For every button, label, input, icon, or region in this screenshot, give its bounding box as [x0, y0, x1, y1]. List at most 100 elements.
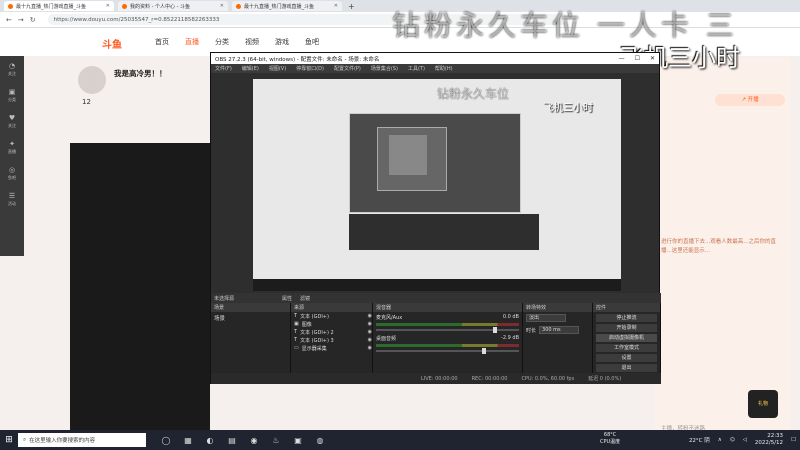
source-item[interactable]: ▣ 图像 ◉	[291, 320, 372, 328]
maximize-icon[interactable]: ☐	[635, 55, 640, 62]
new-tab-icon[interactable]: +	[348, 2, 355, 11]
properties-button[interactable]: 属性	[282, 295, 292, 302]
source-item[interactable]: T 文本 (GDI+) 3 ◉	[291, 336, 372, 344]
menu-docks[interactable]: 停靠窗口(D)	[296, 65, 324, 72]
nav-item-yuba[interactable]: 鱼吧	[305, 37, 319, 47]
chrome-icon[interactable]: ◉	[248, 434, 260, 446]
menu-profile[interactable]: 配置文件(P)	[334, 65, 361, 72]
rail-item[interactable]: ☰ 活动	[0, 186, 24, 212]
close-tab-icon[interactable]: ✕	[334, 3, 338, 9]
nav-item-video[interactable]: 视频	[245, 37, 259, 47]
volume-knob[interactable]	[493, 327, 498, 333]
channel-db: -2.9 dB	[501, 335, 519, 341]
duration-input[interactable]: 300 ms	[539, 326, 580, 334]
rail-item[interactable]: ◔ 关注	[0, 56, 24, 82]
menu-help[interactable]: 帮助(H)	[435, 65, 453, 72]
scene-item[interactable]: 场景	[211, 312, 290, 324]
rail-item[interactable]: ▣ 分类	[0, 82, 24, 108]
back-icon[interactable]: ←	[6, 16, 12, 24]
menu-tools[interactable]: 工具(T)	[408, 65, 425, 72]
menu-scene-collection[interactable]: 场景集合(S)	[371, 65, 398, 72]
rec-status: REC: 00:00:00	[471, 375, 508, 382]
obs-icon[interactable]: ◍	[314, 434, 326, 446]
clock-time: 22:33	[767, 433, 784, 439]
rail-icon: ◔	[8, 61, 16, 70]
cpu-status: CPU: 0.0%, 60.00 fps	[521, 375, 575, 382]
app-icon[interactable]: ▣	[292, 434, 304, 446]
video-player[interactable]	[70, 143, 210, 430]
minimize-icon[interactable]: —	[619, 55, 625, 62]
filters-button[interactable]: 滤镜	[300, 295, 310, 302]
network-icon[interactable]: ⌬	[730, 437, 735, 443]
browser-tab[interactable]: 最十九直播_热门游戏直播_斗鱼 ✕	[4, 1, 114, 11]
controls-header: 控件	[593, 303, 660, 312]
widgets-icon[interactable]: ▦	[182, 434, 194, 446]
volume-icon[interactable]: ◁	[743, 437, 747, 443]
notifications-icon[interactable]: ☐	[791, 437, 796, 443]
menu-view[interactable]: 视图(V)	[269, 65, 286, 72]
visibility-icon[interactable]: ◉	[368, 345, 372, 351]
close-icon[interactable]: ✕	[650, 55, 655, 62]
display-capture-icon: ▭	[294, 345, 299, 351]
volume-slider[interactable]	[376, 327, 519, 333]
taskbar-search-input[interactable]: ⌕ 在这里输入你要搜索的内容	[18, 433, 146, 447]
douyu-favicon-icon	[236, 3, 241, 9]
stop-streaming-button[interactable]: 停止推流	[596, 314, 657, 322]
forward-icon[interactable]: →	[18, 16, 24, 24]
nav-item-home[interactable]: 首页	[155, 37, 169, 47]
visibility-icon[interactable]: ◉	[368, 337, 372, 343]
close-tab-icon[interactable]: ✕	[220, 3, 224, 9]
douyu-favicon-icon	[8, 3, 13, 9]
rail-item[interactable]: ◎ 鱼吧	[0, 160, 24, 186]
douyu-logo[interactable]: 斗鱼	[102, 36, 122, 51]
windows-start-icon[interactable]: ⊞	[0, 435, 18, 445]
file-explorer-icon[interactable]: ▤	[226, 434, 238, 446]
start-live-button[interactable]: ↗ 开播	[715, 94, 785, 106]
studio-mode-button[interactable]: 工作室模式	[596, 344, 657, 352]
close-tab-icon[interactable]: ✕	[106, 3, 110, 9]
visibility-icon[interactable]: ◉	[368, 313, 372, 319]
transitions-dock: 转场特效 淡出 时长 300 ms	[523, 303, 593, 383]
visibility-icon[interactable]: ◉	[368, 329, 372, 335]
source-item[interactable]: T 文本 (GDI+) 2 ◉	[291, 328, 372, 336]
visibility-icon[interactable]: ◉	[368, 321, 372, 327]
nav-item-category[interactable]: 分类	[215, 37, 229, 47]
obs-preview[interactable]: 钻粉永久车位 飞机三小时	[253, 79, 621, 291]
settings-button[interactable]: 设置	[596, 354, 657, 362]
chevron-up-icon[interactable]: ∧	[718, 437, 722, 443]
transition-select[interactable]: 淡出	[526, 314, 566, 322]
volume-slider[interactable]	[376, 348, 519, 354]
browser-tab[interactable]: 我的资料 - 个人中心 - 斗鱼 ✕	[118, 1, 228, 11]
source-item[interactable]: T 文本 (GDI+) ◉	[291, 312, 372, 320]
start-recording-button[interactable]: 开始录制	[596, 324, 657, 332]
screen: 最十九直播_热门游戏直播_斗鱼 ✕ 我的资料 - 个人中心 - 斗鱼 ✕ 最十九…	[0, 0, 800, 450]
nav-item-game[interactable]: 游戏	[275, 37, 289, 47]
steam-icon[interactable]: ♨	[270, 434, 282, 446]
exit-button[interactable]: 退出	[596, 364, 657, 372]
duration-label: 时长	[526, 327, 537, 334]
source-item[interactable]: ▭ 显示器采集 ◉	[291, 344, 372, 352]
menu-file[interactable]: 文件(F)	[215, 65, 232, 72]
menu-edit[interactable]: 编辑(E)	[242, 65, 259, 72]
reload-icon[interactable]: ↻	[30, 16, 36, 24]
transitions-header: 转场特效	[523, 303, 592, 312]
image-source-icon: ▣	[294, 321, 299, 327]
site-nav: 首页 直播 分类 视频 游戏 鱼吧	[155, 37, 319, 47]
virtual-camera-button[interactable]: 启动虚拟摄像机	[596, 334, 657, 342]
rail-item[interactable]: ✦ 直播	[0, 134, 24, 160]
mixer-channel: 桌面音频 -2.9 dB	[373, 333, 522, 354]
clock[interactable]: 22:33 2022/5/12	[755, 433, 783, 447]
tab-title: 最十九直播_热门游戏直播_斗鱼	[244, 3, 315, 10]
rail-item[interactable]: ♥ 关注	[0, 108, 24, 134]
browser-tab[interactable]: 最十九直播_热门游戏直播_斗鱼 ✕	[232, 1, 342, 11]
edge-browser-icon[interactable]: ◐	[204, 434, 216, 446]
weather-text[interactable]: 22°C 阴	[689, 436, 710, 444]
cpu-temp-widget[interactable]: 68°C CPU温度	[600, 432, 620, 446]
volume-knob[interactable]	[481, 348, 486, 354]
nav-item-live[interactable]: 直播	[185, 37, 199, 47]
avatar[interactable]	[78, 66, 106, 94]
task-view-icon[interactable]: ◯	[160, 434, 172, 446]
gift-image[interactable]: 礼物	[748, 390, 778, 418]
obs-window: OBS 27.2.3 (64-bit, windows) - 配置文件: 未命名…	[210, 52, 661, 384]
cpu-temp-value: 68°C	[603, 432, 617, 438]
